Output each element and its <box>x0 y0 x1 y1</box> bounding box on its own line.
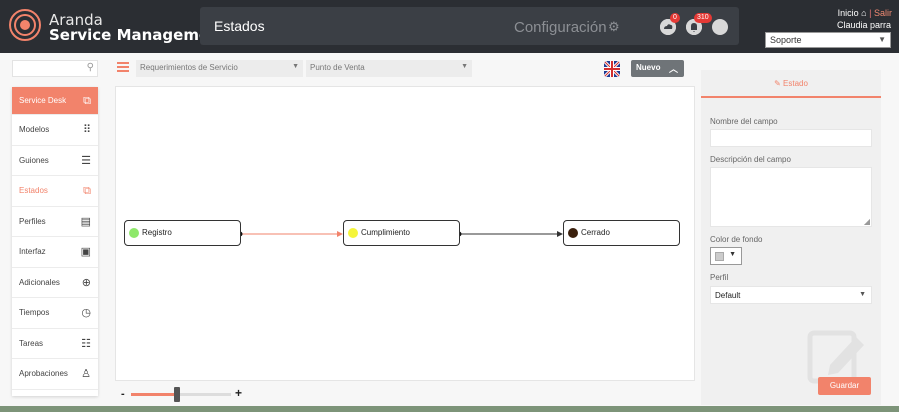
sidebar-item-tareas[interactable]: Tareas ☷ <box>12 329 98 359</box>
type-select[interactable]: Requerimientos de Servicio ▼ <box>136 60 303 77</box>
caret-down-icon: ▼ <box>859 291 866 298</box>
caret-down-icon: ▼ <box>729 251 736 258</box>
state-color-dot <box>348 228 358 238</box>
sidebar-item-estados[interactable]: Estados ⧉ <box>12 176 98 207</box>
sidebar-item-label: Interfaz <box>19 247 46 256</box>
page-title: Estados <box>214 18 265 34</box>
sidebar-item-label: Adicionales <box>19 277 60 287</box>
bg-color-picker[interactable]: ▼ <box>710 247 742 265</box>
profile-select[interactable]: Default ▼ <box>710 286 872 304</box>
tab-estado[interactable]: ✎ Estado <box>701 70 881 98</box>
sidebar-item-label: Perfiles <box>19 216 46 226</box>
field-name-input[interactable] <box>710 129 872 147</box>
project-select-value: Soporte <box>770 35 802 45</box>
edit-icon: ✎ <box>774 79 781 88</box>
plus-circle-icon: ⊕ <box>81 276 91 289</box>
sidebar-item-label: Aprobaciones <box>19 369 68 378</box>
category-select-value: Punto de Venta <box>310 63 365 72</box>
profile-label: Perfil <box>710 273 729 282</box>
tab-label: Estado <box>783 79 808 88</box>
grid-icon: ⠿ <box>82 124 91 136</box>
properties-panel: ✎ Estado Nombre del campo Descripción de… <box>701 70 881 405</box>
home-icon[interactable]: ⌂ <box>861 8 866 18</box>
state-color-dot <box>129 228 139 238</box>
home-link[interactable]: Inicio <box>838 8 859 18</box>
gear-icon[interactable]: ⚙ <box>608 19 620 35</box>
sidebar: Service Desk ⧉ Modelos ⠿ Guiones ☰ Estad… <box>12 87 98 396</box>
workflow-canvas[interactable]: Registro Cumplimiento Cerrado <box>115 86 695 381</box>
sidebar-item-guiones[interactable]: Guiones ☰ <box>12 146 98 176</box>
sidebar-search-input[interactable]: ⚲ <box>12 60 98 77</box>
title-bar: Estados Configuración ⚙ 0 310 <box>200 7 739 45</box>
new-button[interactable]: Nuevo ︿ <box>631 60 684 77</box>
stamp-icon: ♙ <box>81 368 91 380</box>
app-header: Aranda Service Management Estados Config… <box>0 0 899 53</box>
state-node-registro[interactable]: Registro <box>124 220 241 246</box>
chevron-up-icon: ︿ <box>668 64 678 74</box>
sidebar-item-aprobaciones[interactable]: Aprobaciones ♙ <box>12 359 98 390</box>
user-avatar[interactable] <box>712 19 728 35</box>
copy-icon: ⧉ <box>83 185 91 197</box>
logout-link[interactable]: Salir <box>874 8 892 18</box>
sidebar-item-tiempos[interactable]: Tiempos ◷ <box>12 298 98 329</box>
menu-icon[interactable] <box>117 62 129 72</box>
sidebar-item-label: Tiempos <box>19 308 50 317</box>
category-select[interactable]: Punto de Venta ▼ <box>306 60 472 77</box>
user-name: Claudia parra <box>836 20 891 30</box>
state-label: Cerrado <box>581 228 610 237</box>
zoom-slider[interactable] <box>131 387 231 402</box>
zoom-in-button[interactable]: + <box>235 386 242 400</box>
uk-flag-icon[interactable] <box>604 61 620 77</box>
sidebar-item-service-desk[interactable]: Service Desk ⧉ <box>12 87 98 115</box>
sidebar-item-label: Modelos <box>19 125 50 134</box>
monitor-icon: ▣ <box>80 246 91 258</box>
copy-icon: ⧉ <box>83 95 91 107</box>
state-color-dot <box>568 228 578 238</box>
new-button-label: Nuevo <box>636 63 661 72</box>
cloud-badge: 0 <box>670 13 680 23</box>
notifications-badge: 310 <box>694 13 712 23</box>
state-node-cumplimiento[interactable]: Cumplimiento <box>343 220 460 246</box>
color-swatch <box>715 252 724 261</box>
sidebar-item-interfaz[interactable]: Interfaz ▣ <box>12 237 98 268</box>
search-icon: ⚲ <box>86 62 94 73</box>
sidebar-item-label: Tareas <box>19 338 44 348</box>
list-icon: ☷ <box>81 337 91 350</box>
field-name-label: Nombre del campo <box>710 117 778 126</box>
footer-bar <box>0 406 899 412</box>
project-select[interactable]: Soporte ▼ <box>765 32 891 48</box>
bg-color-label: Color de fondo <box>710 235 763 244</box>
field-description-textarea[interactable]: ◢ <box>710 167 872 227</box>
state-label: Registro <box>142 228 172 237</box>
configuration-link[interactable]: Configuración <box>514 19 607 36</box>
aranda-logo-icon <box>9 9 41 41</box>
clipboard-user-icon: ▤ <box>80 215 91 228</box>
link-separator: | <box>869 8 872 18</box>
sidebar-item-label: Estados <box>19 186 48 195</box>
top-links: Inicio ⌂ | Salir <box>838 8 892 18</box>
state-node-cerrado[interactable]: Cerrado <box>563 220 680 246</box>
document-icon: ☰ <box>81 154 91 167</box>
stopwatch-icon: ◷ <box>81 307 91 319</box>
zoom-slider-handle[interactable] <box>174 387 180 402</box>
sidebar-item-adicionales[interactable]: Adicionales ⊕ <box>12 268 98 298</box>
caret-down-icon: ▼ <box>461 63 468 70</box>
type-select-value: Requerimientos de Servicio <box>140 63 238 72</box>
field-description-label: Descripción del campo <box>710 155 791 164</box>
state-label: Cumplimiento <box>361 228 410 237</box>
caret-down-icon: ▼ <box>292 63 299 70</box>
sidebar-item-modelos[interactable]: Modelos ⠿ <box>12 115 98 146</box>
sidebar-item-perfiles[interactable]: Perfiles ▤ <box>12 207 98 237</box>
profile-select-value: Default <box>715 291 741 300</box>
zoom-out-button[interactable]: - <box>121 388 125 400</box>
zoom-slider-fill <box>131 393 177 396</box>
caret-down-icon: ▼ <box>878 35 886 44</box>
sidebar-item-label: Service Desk <box>19 96 67 105</box>
resize-handle-icon[interactable]: ◢ <box>864 217 870 226</box>
save-button[interactable]: Guardar <box>818 377 871 395</box>
sidebar-item-label: Guiones <box>19 155 49 165</box>
